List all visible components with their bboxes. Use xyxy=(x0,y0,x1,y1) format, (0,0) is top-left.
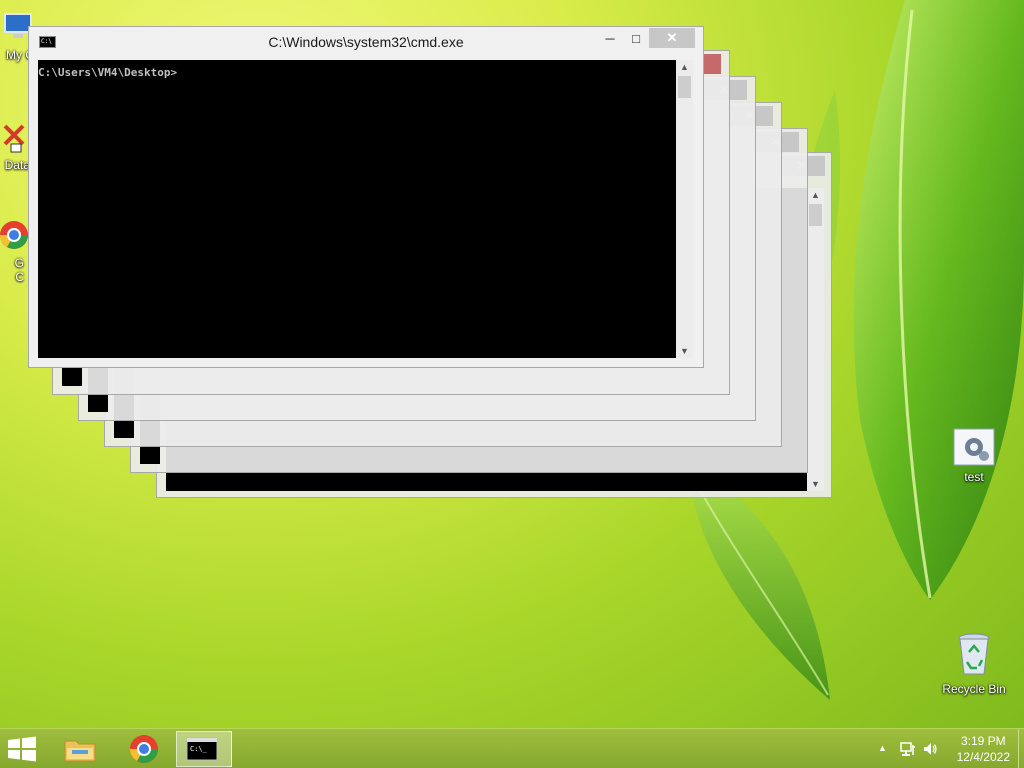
cmd-icon: C:\_ xyxy=(186,737,218,761)
vertical-scrollbar[interactable]: ▲ ▼ xyxy=(676,60,693,358)
recycle-bin-icon xyxy=(958,633,990,675)
start-button[interactable] xyxy=(6,736,38,762)
desktop-icon-label: Recycle Bin xyxy=(942,682,1006,696)
folder-icon xyxy=(64,740,96,762)
show-desktop-button[interactable] xyxy=(1018,729,1024,768)
volume-icon[interactable] xyxy=(922,741,938,757)
cmd-window-front[interactable]: C:\ C:\Windows\system32\cmd.exe ─ □ ✕ C:… xyxy=(28,26,704,368)
desktop-icon-label: test xyxy=(964,470,984,484)
minimize-button[interactable]: ─ xyxy=(597,29,623,49)
scroll-thumb[interactable] xyxy=(678,76,691,98)
taskbar-file-explorer[interactable] xyxy=(52,731,108,767)
scroll-up-button[interactable]: ▲ xyxy=(807,188,824,202)
desktop-icon-test[interactable]: test xyxy=(938,428,1010,484)
taskbar-command-prompt[interactable]: C:\_ xyxy=(176,731,232,767)
scroll-down-button[interactable]: ▼ xyxy=(807,477,824,491)
settings-file-icon xyxy=(953,428,995,466)
show-hidden-icons-button[interactable]: ▲ xyxy=(878,743,887,753)
system-tray: ▲ 3:19 PM 12/4/2022 xyxy=(864,729,1024,768)
scroll-up-button[interactable]: ▲ xyxy=(676,60,693,74)
vertical-scrollbar[interactable]: ▲ ▼ xyxy=(807,188,824,491)
taskbar: C:\_ ▲ 3:19 PM 12/4/2022 xyxy=(0,728,1024,768)
maximize-button[interactable]: □ xyxy=(623,29,649,49)
svg-text:C:\_: C:\_ xyxy=(190,745,208,753)
chrome-shortcut-icon xyxy=(0,221,28,249)
chrome-icon xyxy=(130,735,158,763)
database-shortcut-icon xyxy=(3,124,25,153)
desktop-icon-recycle-bin[interactable]: Recycle Bin xyxy=(938,632,1010,696)
desktop: My C Data G C test Recycle Bin ▲ ▼ C:\ C… xyxy=(0,0,1024,728)
close-button[interactable]: ✕ xyxy=(649,28,695,48)
clock-date: 12/4/2022 xyxy=(956,750,1010,764)
console-area[interactable]: C:\Users\VM4\Desktop> xyxy=(38,60,676,358)
taskbar-stack-indicator xyxy=(228,731,232,767)
taskbar-chrome[interactable] xyxy=(116,731,172,767)
console-prompt: C:\Users\VM4\Desktop> xyxy=(38,66,178,79)
clock-time: 3:19 PM xyxy=(960,734,1006,748)
scroll-down-button[interactable]: ▼ xyxy=(676,344,693,358)
window-titlebar[interactable]: C:\ C:\Windows\system32\cmd.exe ─ □ ✕ xyxy=(29,27,703,57)
system-clock[interactable]: 3:19 PM 12/4/2022 xyxy=(957,733,1010,765)
scroll-thumb[interactable] xyxy=(809,204,822,226)
network-icon[interactable] xyxy=(900,741,916,757)
